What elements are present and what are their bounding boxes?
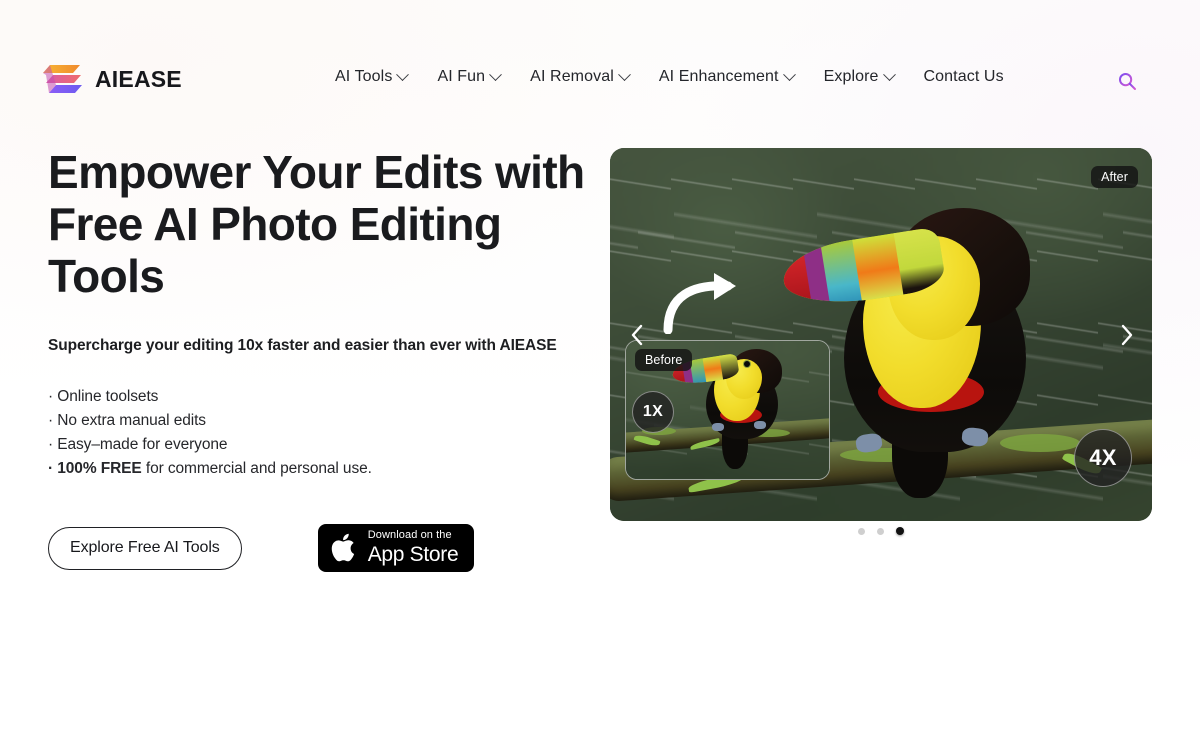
bill-yellow-base [719, 353, 740, 380]
list-item-emphasis: · 100% FREE [48, 460, 142, 477]
moss [1000, 434, 1080, 452]
after-label-badge: After [1091, 166, 1138, 188]
list-item-label: · Online toolsets [48, 388, 159, 405]
app-store-download-button[interactable]: Download on the App Store [317, 524, 475, 572]
carousel-prev-button[interactable] [624, 322, 650, 348]
before-label-badge: Before [635, 349, 693, 371]
nav-item-ai-enhancement[interactable]: AI Enhancement [644, 62, 809, 92]
nav-item-contact-us[interactable]: Contact Us [909, 62, 1019, 92]
nav-item-ai-tools[interactable]: AI Tools [320, 62, 422, 92]
carousel-pagination [610, 527, 1152, 535]
foot [712, 423, 724, 431]
list-item-label: · Easy–made for everyone [48, 436, 228, 453]
feature-list: · Online toolsets · No extra manual edit… [48, 385, 588, 481]
nav-label: AI Fun [437, 68, 486, 85]
page-title: Empower Your Edits with Free AI Photo Ed… [48, 146, 585, 302]
nav-item-ai-removal[interactable]: AI Removal [515, 62, 644, 92]
nav-item-explore[interactable]: Explore [809, 62, 909, 92]
nav-item-ai-fun[interactable]: AI Fun [422, 62, 515, 92]
eye [744, 361, 750, 367]
apple-logo-icon [331, 533, 354, 562]
primary-navigation: AI Tools AI Fun AI Removal AI Enhancemen… [320, 62, 1019, 92]
carousel-slide-after: After 4X Before 1X [610, 148, 1152, 521]
landing-page: AIEASE AI Tools AI Fun AI Removal AI Enh… [0, 0, 1200, 750]
carousel-dot-1[interactable] [858, 527, 865, 535]
chevron-right-icon [1121, 324, 1133, 345]
list-item-label: for commercial and personal use. [141, 460, 372, 477]
list-item: · 100% FREE for commercial and personal … [48, 457, 588, 481]
list-item: · Easy–made for everyone [48, 433, 588, 457]
aiease-logo-icon [43, 65, 82, 93]
brand-name: AIEASE [95, 65, 182, 92]
app-store-small-text: Download on the [367, 529, 452, 541]
cta-row: Explore Free AI Tools Download on the Ap… [48, 524, 588, 572]
search-icon [1118, 72, 1136, 90]
carousel-dot-2[interactable] [877, 527, 884, 535]
nav-label: Contact Us [923, 68, 1004, 85]
zoom-badge-after: 4X [1074, 429, 1132, 487]
app-store-label: Download on the App Store [367, 529, 459, 566]
hero-subtitle: Supercharge your editing 10x faster and … [48, 337, 557, 354]
search-button[interactable] [1112, 66, 1142, 96]
nav-label: AI Tools [335, 68, 393, 85]
app-store-big-text: App Store [367, 543, 459, 566]
chevron-down-icon [618, 67, 631, 81]
nav-label: Explore [823, 68, 879, 85]
list-item: · Online toolsets [48, 385, 588, 409]
chevron-down-icon [782, 67, 796, 81]
hero-carousel[interactable]: After 4X Before 1X [610, 148, 1152, 521]
site-header: AIEASE AI Tools AI Fun AI Removal AI Enh… [0, 0, 1200, 128]
list-item-label: · No extra manual edits [48, 412, 206, 429]
chevron-down-icon [396, 67, 410, 81]
brand-logo[interactable]: AIEASE [40, 62, 182, 96]
foot [754, 421, 766, 429]
explore-free-ai-tools-button[interactable]: Explore Free AI Tools [48, 526, 242, 570]
nav-label: AI Enhancement [658, 68, 779, 85]
zoom-badge-before: 1X [632, 391, 674, 433]
nav-label: AI Removal [530, 68, 614, 85]
chevron-down-icon [489, 67, 503, 81]
carousel-next-button[interactable] [1114, 322, 1140, 348]
chevron-down-icon [882, 67, 896, 81]
list-item: · No extra manual edits [48, 409, 588, 433]
bill-yellow-base [893, 226, 947, 295]
chevron-left-icon [631, 324, 643, 345]
carousel-dot-3[interactable] [896, 527, 904, 535]
hero-copy: Empower Your Edits with Free AI Photo Ed… [48, 146, 588, 572]
